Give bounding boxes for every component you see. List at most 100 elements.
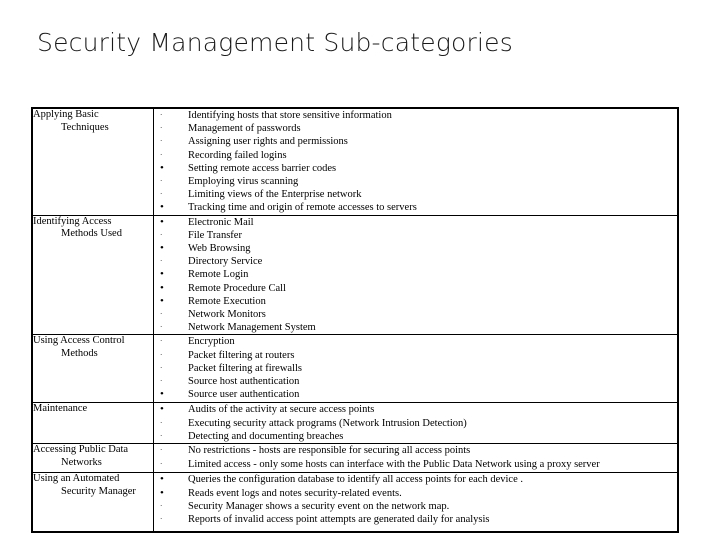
list-item: · Packet filtering at routers	[154, 349, 677, 362]
bullet-icon: •	[160, 403, 164, 416]
list-item-text: Identifying hosts that store sensitive i…	[188, 110, 392, 121]
category-cell: Maintenance	[31, 402, 154, 445]
list-item: · Reports of invalid access point attempt…	[154, 513, 677, 526]
table-row: Identifying Access Methods Used • Electroni…	[31, 214, 679, 336]
items-cell: • Electronic Mail · File Transfer • Web Brows…	[153, 214, 679, 336]
list-item-text: Encryption	[188, 336, 235, 348]
list-item: · No restrictions - hosts are responsible…	[154, 444, 677, 457]
category-label: Accessing Public Data Networks	[33, 444, 153, 469]
list-item-text: Remote Procedure Call	[188, 282, 286, 294]
list-item: • Reads event logs and notes security-rel…	[154, 487, 677, 500]
category-label: Applying Basic Techniques	[33, 109, 153, 134]
table-body: Applying Basic Techniques · Identifying hos…	[31, 107, 679, 533]
items-cell: • Queries the configuration database to i…	[153, 472, 679, 533]
bullet-icon: •	[160, 281, 164, 294]
list-item-text: Executing security attack programs (Netw…	[188, 417, 467, 429]
list-item: • Remote Procedure Call	[154, 282, 677, 295]
table-row: Maintenance • Audits of the activity at se…	[31, 402, 679, 445]
list-item: • Web Browsing	[154, 242, 677, 255]
bullet-icon: ·	[160, 190, 163, 199]
category-label-line1: Using an Automated	[33, 473, 120, 485]
list-item-text: Limited access - only some hosts can int…	[188, 458, 600, 470]
bullet-list: • Electronic Mail · File Transfer • Web Brows…	[154, 216, 677, 335]
category-label-line2: Techniques	[61, 121, 109, 133]
bullet-icon: ·	[160, 124, 163, 133]
table-row: Applying Basic Techniques · Identifying hos…	[31, 107, 679, 216]
list-item: · Source host authentication	[154, 375, 677, 388]
category-cell: Accessing Public Data Networks	[31, 443, 154, 474]
page-title: Security Management Sub-categories	[37, 28, 513, 57]
category-label-line1: Maintenance	[33, 403, 88, 415]
list-item-text: Network Monitors	[188, 309, 266, 321]
list-item-text: Source user authentication	[188, 389, 300, 401]
category-label: Identifying Access Methods Used	[33, 216, 153, 241]
list-item-text: Remote Execution	[188, 295, 266, 307]
list-item-text: Management of passwords	[188, 123, 301, 135]
list-item-text: Limiting views of the Enterprise network	[188, 189, 362, 201]
list-item: · Identifying hosts that store sensitive …	[154, 109, 677, 122]
list-item: • Queries the configuration database to i…	[154, 473, 677, 486]
list-item-text: Assigning user rights and permissions	[188, 136, 348, 148]
bullet-icon: ·	[160, 418, 163, 427]
bullet-icon: ·	[160, 446, 163, 455]
bullet-icon: •	[160, 242, 164, 255]
bullet-icon: ·	[160, 323, 163, 332]
list-item-text: Security Manager shows a security event …	[188, 500, 450, 512]
table-row: Accessing Public Data Networks · No restric…	[31, 443, 679, 474]
category-cell: Using an Automated Security Manager	[31, 472, 154, 533]
bullet-icon: ·	[160, 350, 163, 359]
category-label: Maintenance	[33, 403, 153, 416]
table-row: Using an Automated Security Manager • Queri…	[31, 472, 679, 533]
bullet-icon: ·	[160, 377, 163, 386]
list-item-text: Remote Login	[188, 269, 249, 281]
list-item: • Remote Login	[154, 268, 677, 281]
category-label: Using Access Control Methods	[33, 335, 153, 360]
list-item: • Source user authentication	[154, 388, 677, 401]
list-item-text: Reads event logs and notes security-rela…	[188, 487, 402, 499]
bullet-list: • Queries the configuration database to i…	[154, 473, 677, 526]
category-label-line1: Applying Basic	[33, 109, 99, 120]
list-item-text: Network Management System	[188, 322, 316, 334]
list-item-text: Recording failed logins	[188, 149, 287, 161]
category-label-line2: Security Manager	[61, 485, 136, 497]
list-item-text: Tracking time and origin of remote acces…	[188, 202, 417, 214]
bullet-icon: ·	[160, 515, 163, 524]
category-label-line2: Networks	[61, 456, 102, 468]
category-label-line2: Methods Used	[61, 228, 122, 240]
list-item: · Security Manager shows a security event…	[154, 500, 677, 513]
bullet-icon: ·	[160, 310, 163, 319]
list-item: · Network Management System	[154, 321, 677, 334]
list-item: · Limiting views of the Enterprise networ…	[154, 188, 677, 201]
list-item: · Employing virus scanning	[154, 175, 677, 188]
table-row: Using Access Control Methods · Encryption · P…	[31, 334, 679, 404]
list-item: • Remote Execution	[154, 295, 677, 308]
list-item: · Assigning user rights and permissions	[154, 135, 677, 148]
list-item-text: File Transfer	[188, 229, 242, 241]
list-item: · Encryption	[154, 335, 677, 348]
bullet-icon: •	[160, 215, 164, 228]
items-cell: · Encryption · Packet filtering at routers ·…	[153, 334, 679, 404]
list-item-text: Setting remote access barrier codes	[188, 162, 337, 174]
bullet-list: · No restrictions - hosts are responsible…	[154, 444, 677, 470]
list-item: • Setting remote access barrier codes	[154, 162, 677, 175]
list-item-text: Packet filtering at routers	[188, 349, 295, 361]
bullet-list: • Audits of the activity at secure access…	[154, 403, 677, 443]
category-cell: Applying Basic Techniques	[31, 107, 154, 216]
bullet-icon: ·	[160, 337, 163, 346]
bullet-icon: ·	[160, 137, 163, 146]
list-item: • Audits of the activity at secure access…	[154, 403, 677, 416]
bullet-icon: •	[160, 268, 164, 281]
bullet-icon: ·	[160, 501, 163, 510]
sub-categories-table-wrapper: Applying Basic Techniques · Identifying hos…	[31, 107, 679, 534]
category-label: Using an Automated Security Manager	[33, 473, 153, 498]
list-item: · Recording failed logins	[154, 149, 677, 162]
list-item: · Detecting and documenting breaches	[154, 430, 677, 443]
bullet-icon: •	[160, 388, 164, 401]
category-cell: Using Access Control Methods	[31, 334, 154, 404]
bullet-icon: ·	[160, 431, 163, 440]
category-label-line1: Using Access Control	[33, 335, 125, 347]
sub-categories-table: Applying Basic Techniques · Identifying hos…	[31, 107, 679, 534]
list-item-text: Electronic Mail	[188, 216, 254, 228]
items-cell: • Audits of the activity at secure access…	[153, 402, 679, 445]
bullet-icon: •	[160, 294, 164, 307]
